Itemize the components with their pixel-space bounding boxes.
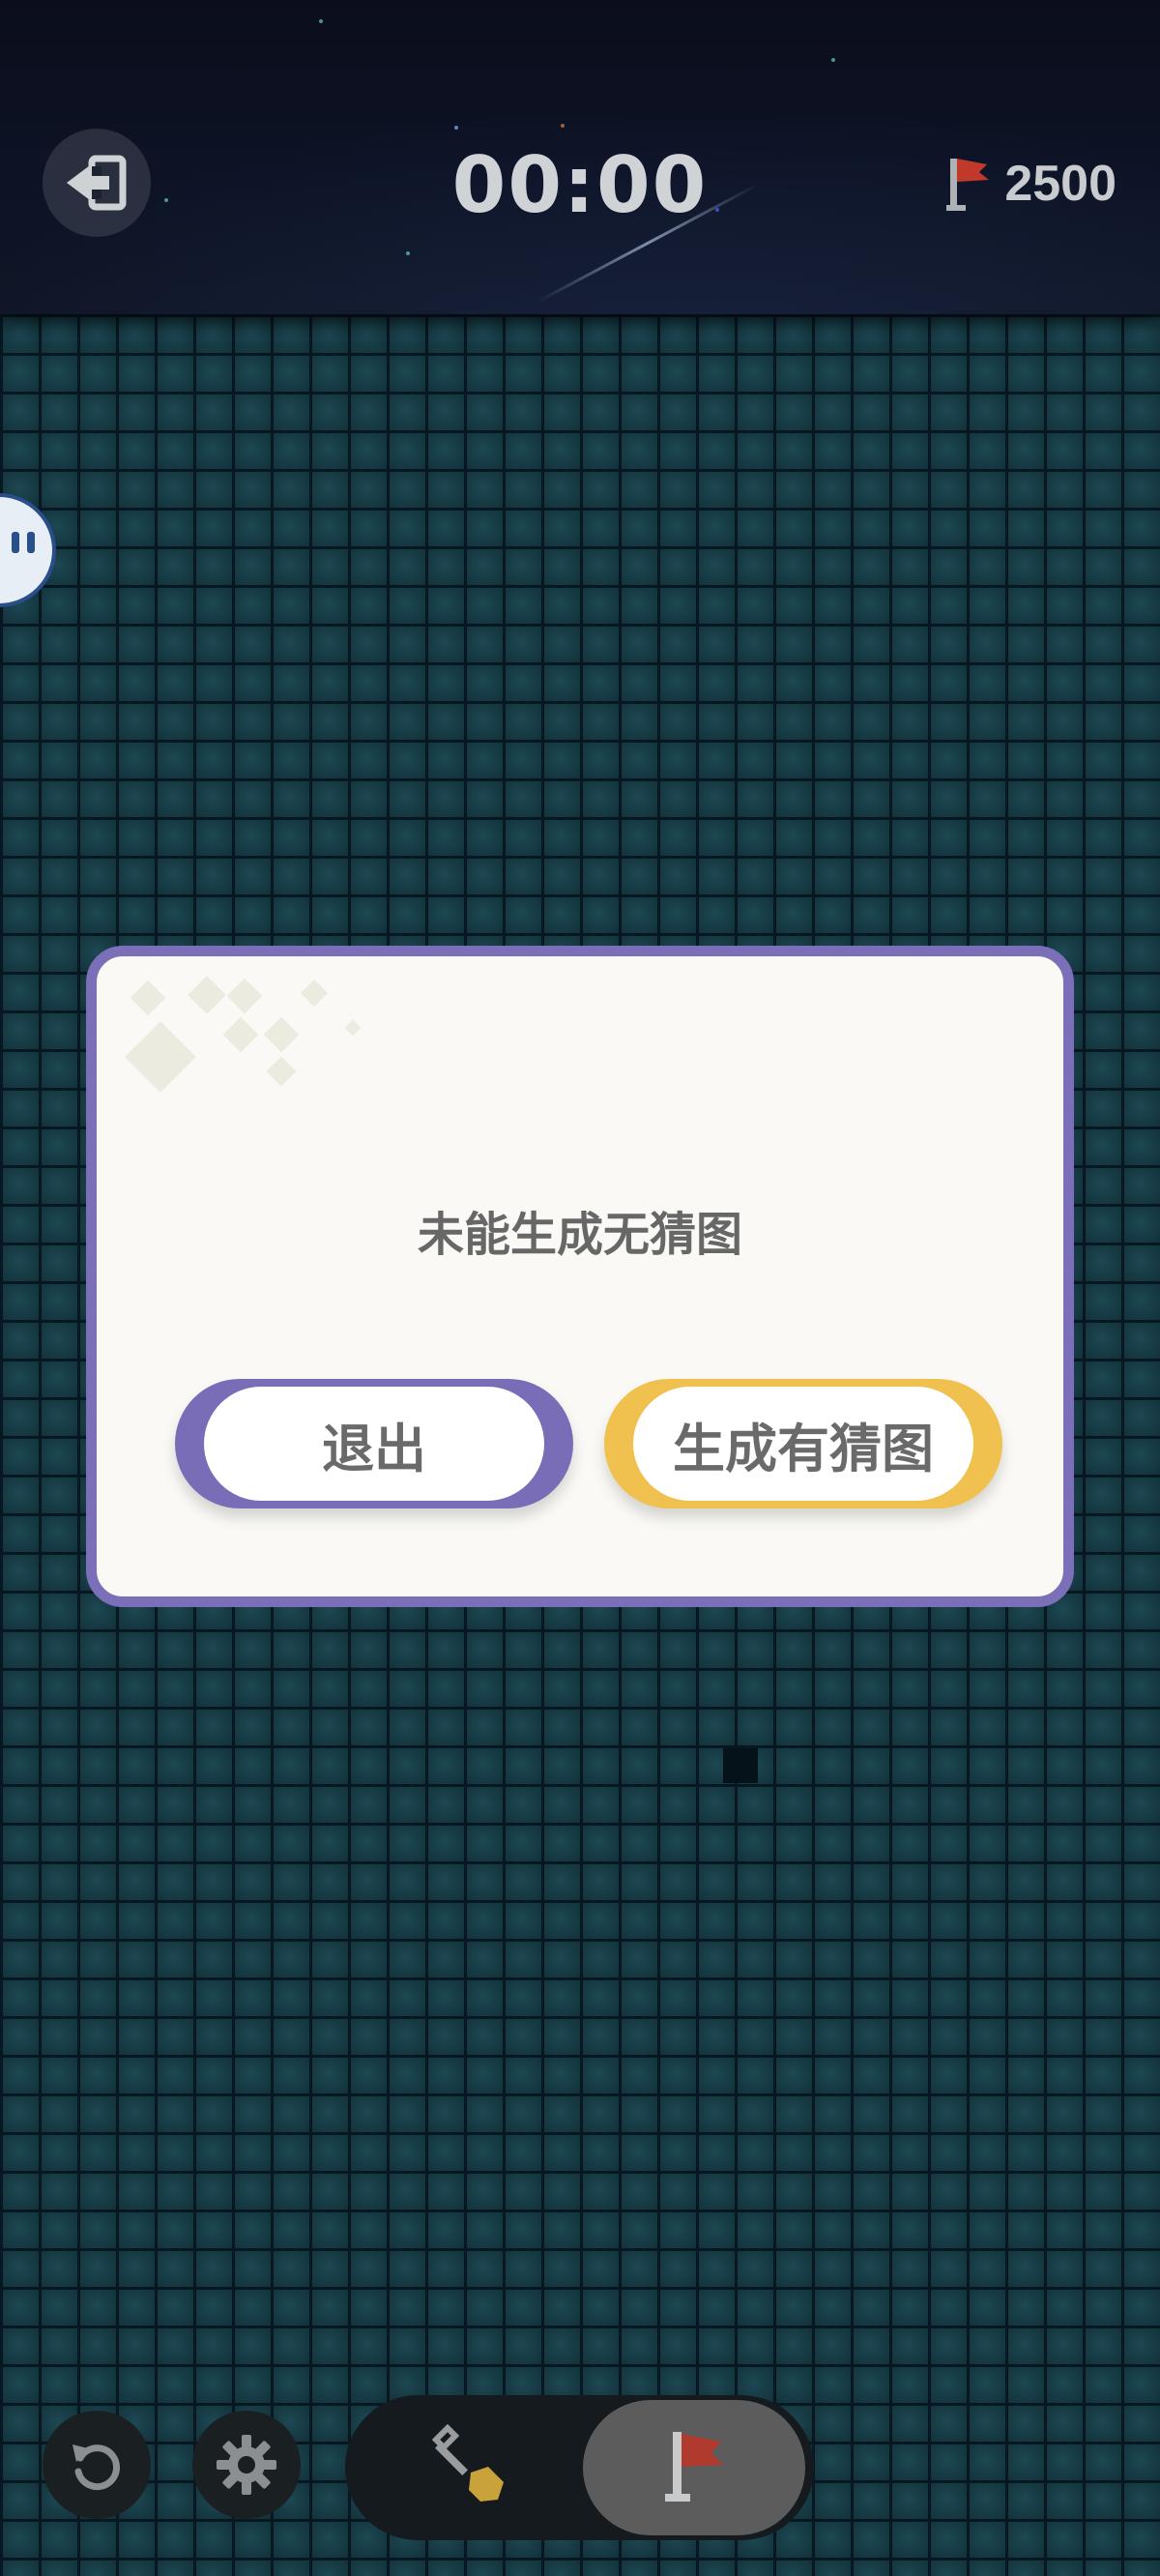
star-decoration xyxy=(319,19,323,23)
diamond-decoration xyxy=(125,1021,196,1093)
diamond-decoration xyxy=(130,980,166,1016)
bubble-eye xyxy=(12,532,19,553)
flag-mode-button[interactable] xyxy=(583,2400,805,2535)
diamond-decoration xyxy=(300,979,329,1008)
flag-icon xyxy=(946,159,990,211)
top-bar: 00:00 2500 xyxy=(0,0,1160,314)
shovel-icon xyxy=(431,2424,504,2502)
flag-count: 2500 xyxy=(1004,156,1116,212)
diamond-decoration xyxy=(226,978,263,1014)
generation-failed-dialog: 未能生成无猜图 退出 生成有猜图 xyxy=(86,946,1074,1607)
game-screen: 00:00 2500 未能生成无猜图 退出 生成有猜图 xyxy=(0,0,1160,2576)
dig-mode-button[interactable] xyxy=(359,2400,581,2535)
settings-button[interactable] xyxy=(192,2411,301,2519)
undo-icon xyxy=(72,2444,120,2491)
flag-counter: 2500 xyxy=(944,155,1116,213)
exit-button-label: 退出 xyxy=(204,1387,544,1501)
diamond-decoration xyxy=(266,1056,297,1087)
flag-icon xyxy=(665,2432,723,2502)
generate-guess-map-label: 生成有猜图 xyxy=(633,1387,973,1501)
gear-icon xyxy=(217,2435,276,2495)
exit-button[interactable]: 退出 xyxy=(175,1379,573,1508)
diamond-decoration xyxy=(344,1019,362,1037)
diamond-decoration xyxy=(188,976,226,1014)
diamond-decoration xyxy=(263,1016,300,1053)
diamond-decoration xyxy=(222,1016,259,1053)
dialog-message: 未能生成无猜图 xyxy=(417,1208,742,1262)
star-decoration xyxy=(454,126,458,130)
star-decoration xyxy=(831,58,835,62)
undo-button[interactable] xyxy=(43,2411,151,2519)
board-cell-revealed[interactable] xyxy=(723,1748,758,1783)
star-decoration xyxy=(561,124,565,128)
generate-guess-map-button[interactable]: 生成有猜图 xyxy=(604,1379,1002,1508)
star-decoration xyxy=(406,251,410,255)
bubble-eye xyxy=(27,532,35,553)
mode-toggle xyxy=(345,2395,814,2540)
